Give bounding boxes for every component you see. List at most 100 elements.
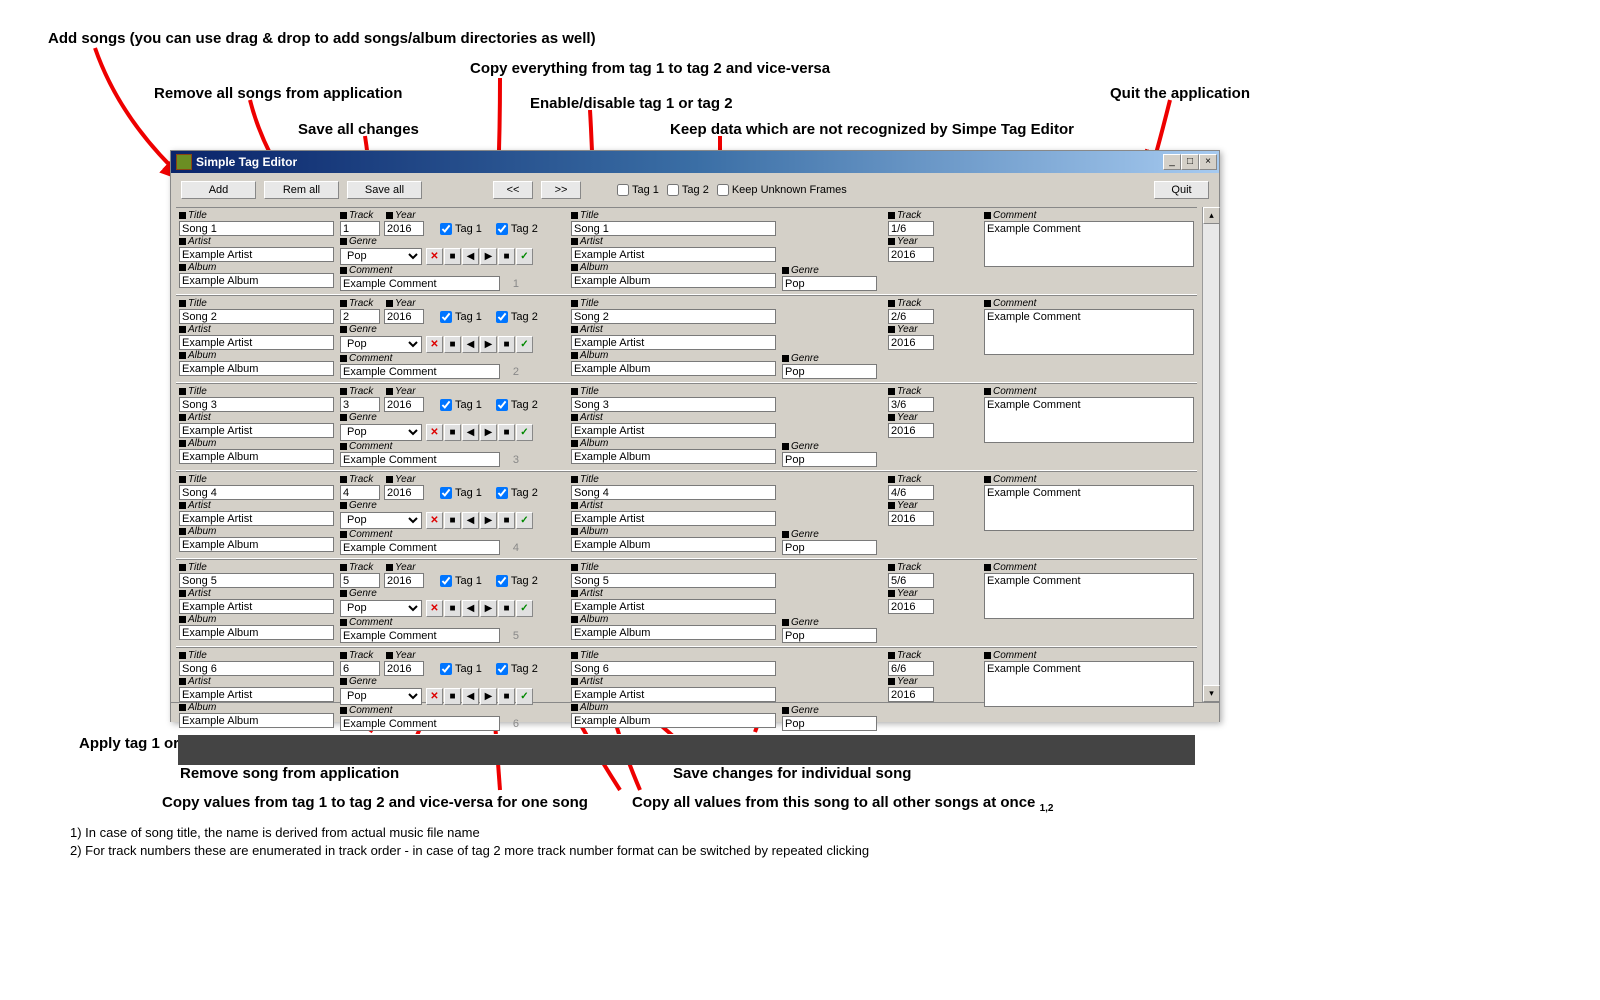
tag2-title-input[interactable]: [571, 485, 776, 500]
tag2-album-input[interactable]: [571, 713, 776, 728]
tag1-track-input[interactable]: [340, 661, 380, 676]
copy-tag1-to-tag2-button[interactable]: ▶: [480, 600, 497, 617]
tag1-year-input[interactable]: [384, 485, 424, 500]
tag2-artist-input[interactable]: [571, 335, 776, 350]
tag1-track-input[interactable]: [340, 485, 380, 500]
tag1-artist-input[interactable]: [179, 423, 334, 438]
tag1-artist-input[interactable]: [179, 599, 334, 614]
tag1-checkbox[interactable]: Tag 1: [617, 184, 659, 196]
tag1-album-input[interactable]: [179, 625, 334, 640]
tag2-album-input[interactable]: [571, 361, 776, 376]
tag1-genre-select[interactable]: Pop: [340, 248, 422, 265]
tag2-artist-input[interactable]: [571, 687, 776, 702]
tag2-comment-input[interactable]: Example Comment: [984, 573, 1194, 619]
tag2-title-input[interactable]: [571, 397, 776, 412]
row-tag2-checkbox[interactable]: Tag 2: [496, 399, 538, 411]
tag1-comment-input[interactable]: [340, 452, 500, 467]
tag2-year-input[interactable]: [888, 687, 934, 702]
tag2-genre-input[interactable]: [782, 716, 877, 731]
save-all-button[interactable]: Save all: [347, 181, 422, 199]
remove-song-button[interactable]: ✕: [426, 424, 443, 441]
copy-tag2-to-tag1-button[interactable]: ◀: [462, 600, 479, 617]
tag1-title-input[interactable]: [179, 309, 334, 324]
row-tag2-checkbox[interactable]: Tag 2: [496, 487, 538, 499]
tag2-artist-input[interactable]: [571, 247, 776, 262]
copy-tag1-to-tag2-button[interactable]: ▶: [480, 512, 497, 529]
stop-button[interactable]: ■: [498, 600, 515, 617]
stop-button[interactable]: ■: [498, 688, 515, 705]
maximize-button[interactable]: □: [1181, 154, 1199, 170]
tag1-artist-input[interactable]: [179, 335, 334, 350]
copy-tag1-to-tag2-button[interactable]: ▶: [480, 248, 497, 265]
copy-all-to-others-button[interactable]: ■: [444, 248, 461, 265]
tag2-title-input[interactable]: [571, 573, 776, 588]
row-tag2-checkbox[interactable]: Tag 2: [496, 575, 538, 587]
save-song-button[interactable]: ✓: [516, 688, 533, 705]
tag1-genre-select[interactable]: Pop: [340, 512, 422, 529]
copy-all-to-others-button[interactable]: ■: [444, 336, 461, 353]
tag1-comment-input[interactable]: [340, 628, 500, 643]
tag1-genre-select[interactable]: Pop: [340, 424, 422, 441]
copy-tag2-to-tag1-button[interactable]: ◀: [462, 512, 479, 529]
add-button[interactable]: Add: [181, 181, 256, 199]
tag1-track-input[interactable]: [340, 221, 380, 236]
tag1-year-input[interactable]: [384, 573, 424, 588]
stop-button[interactable]: ■: [498, 336, 515, 353]
tag1-genre-select[interactable]: Pop: [340, 336, 422, 353]
copy-tag1-to-tag2-button[interactable]: ▶: [480, 424, 497, 441]
quit-button[interactable]: Quit: [1154, 181, 1209, 199]
tag2-year-input[interactable]: [888, 423, 934, 438]
tag1-track-input[interactable]: [340, 397, 380, 412]
tag1-year-input[interactable]: [384, 397, 424, 412]
tag1-comment-input[interactable]: [340, 716, 500, 731]
tag2-artist-input[interactable]: [571, 599, 776, 614]
tag2-track-input[interactable]: [888, 485, 934, 500]
copy-right-button[interactable]: >>: [541, 181, 581, 199]
tag2-genre-input[interactable]: [782, 628, 877, 643]
tag1-comment-input[interactable]: [340, 276, 500, 291]
copy-tag1-to-tag2-button[interactable]: ▶: [480, 336, 497, 353]
tag1-year-input[interactable]: [384, 661, 424, 676]
tag2-track-input[interactable]: [888, 397, 934, 412]
row-tag1-checkbox[interactable]: Tag 1: [440, 663, 482, 675]
remove-song-button[interactable]: ✕: [426, 600, 443, 617]
row-tag1-checkbox[interactable]: Tag 1: [440, 399, 482, 411]
tag1-album-input[interactable]: [179, 537, 334, 552]
copy-all-to-others-button[interactable]: ■: [444, 600, 461, 617]
tag2-comment-input[interactable]: Example Comment: [984, 221, 1194, 267]
tag1-genre-select[interactable]: Pop: [340, 600, 422, 617]
tag1-artist-input[interactable]: [179, 511, 334, 526]
tag1-album-input[interactable]: [179, 449, 334, 464]
tag1-track-input[interactable]: [340, 573, 380, 588]
tag1-comment-input[interactable]: [340, 540, 500, 555]
row-tag1-checkbox[interactable]: Tag 1: [440, 311, 482, 323]
tag1-album-input[interactable]: [179, 273, 334, 288]
stop-button[interactable]: ■: [498, 424, 515, 441]
tag2-comment-input[interactable]: Example Comment: [984, 661, 1194, 707]
tag1-track-input[interactable]: [340, 309, 380, 324]
tag2-album-input[interactable]: [571, 449, 776, 464]
remove-song-button[interactable]: ✕: [426, 688, 443, 705]
row-tag2-checkbox[interactable]: Tag 2: [496, 663, 538, 675]
copy-all-to-others-button[interactable]: ■: [444, 512, 461, 529]
tag1-title-input[interactable]: [179, 573, 334, 588]
tag2-album-input[interactable]: [571, 537, 776, 552]
tag2-title-input[interactable]: [571, 661, 776, 676]
scroll-down-icon[interactable]: ▾: [1203, 685, 1220, 702]
remove-all-button[interactable]: Rem all: [264, 181, 339, 199]
tag2-title-input[interactable]: [571, 309, 776, 324]
tag2-year-input[interactable]: [888, 599, 934, 614]
copy-all-to-others-button[interactable]: ■: [444, 688, 461, 705]
save-song-button[interactable]: ✓: [516, 336, 533, 353]
tag2-genre-input[interactable]: [782, 452, 877, 467]
close-button[interactable]: ×: [1199, 154, 1217, 170]
tag2-track-input[interactable]: [888, 221, 934, 236]
tag1-title-input[interactable]: [179, 485, 334, 500]
tag2-comment-input[interactable]: Example Comment: [984, 485, 1194, 531]
tag2-year-input[interactable]: [888, 335, 934, 350]
minimize-button[interactable]: _: [1163, 154, 1181, 170]
tag2-genre-input[interactable]: [782, 276, 877, 291]
row-tag1-checkbox[interactable]: Tag 1: [440, 575, 482, 587]
copy-tag2-to-tag1-button[interactable]: ◀: [462, 248, 479, 265]
tag1-album-input[interactable]: [179, 713, 334, 728]
